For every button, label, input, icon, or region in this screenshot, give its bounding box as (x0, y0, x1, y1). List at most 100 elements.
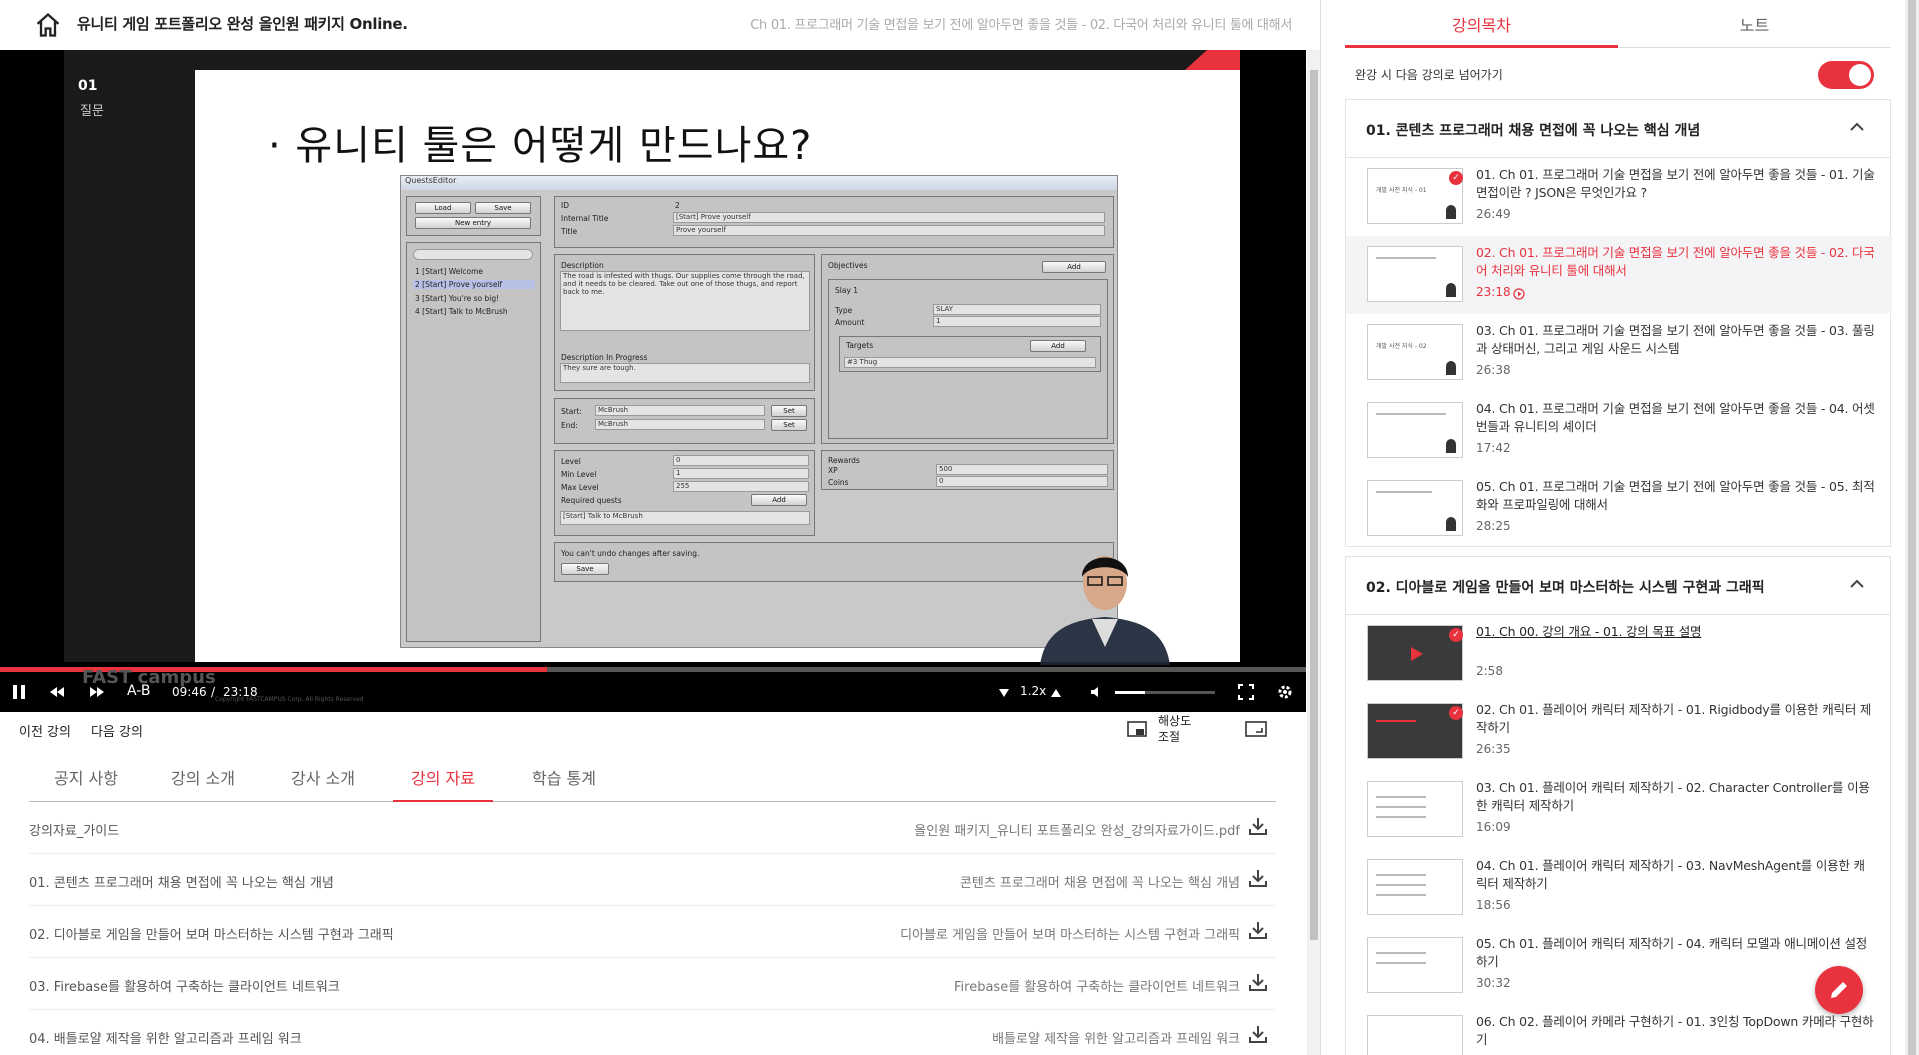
lecture-duration: 17:42 (1476, 441, 1511, 455)
fast-forward-icon[interactable] (88, 683, 106, 701)
tab-notes[interactable]: 노트 (1618, 12, 1891, 48)
chevron-up-icon[interactable] (1850, 122, 1864, 132)
editor-label: Title (561, 227, 578, 236)
download-icon[interactable] (1248, 972, 1268, 992)
section-header[interactable]: 02. 디아블로 게임을 만들어 보며 마스터하는 시스템 구현과 그래픽 (1346, 557, 1890, 615)
tab-instructor[interactable]: 강사 소개 (273, 765, 373, 802)
lecture-item[interactable]: 04. Ch 01. 플레이어 캐릭터 제작하기 - 03. NavMeshAg… (1346, 849, 1892, 927)
speed-down-icon[interactable] (998, 683, 1010, 701)
resolution-button[interactable]: 해상도 조절 (1158, 713, 1191, 745)
material-row[interactable]: 04. 배틀로얄 제작을 위한 알고리즘과 프레임 워크 배틀로얄 제작을 위한… (29, 1010, 1276, 1055)
material-row[interactable]: 01. 콘텐츠 프로그래머 채용 면접에 꼭 나오는 핵심 개념 콘텐츠 프로그… (29, 854, 1276, 906)
editor-new-entry-button: New entry (415, 217, 531, 229)
pause-icon[interactable] (10, 683, 28, 701)
playback-speed: 1.2x (1020, 684, 1047, 698)
lecture-thumbnail (1367, 1015, 1463, 1055)
content-tabs: 공지 사항 강의 소개 강사 소개 강의 자료 학습 통계 (29, 755, 1276, 802)
ab-repeat-button[interactable]: A-B (127, 683, 150, 699)
rewind-icon[interactable] (48, 683, 66, 701)
settings-gear-icon[interactable] (1276, 683, 1294, 701)
thumb-text: 개발 사전 지식 - 02 (1376, 343, 1427, 350)
lecture-thumbnail (1367, 246, 1463, 302)
time-separator: / (211, 685, 216, 699)
tab-course-intro[interactable]: 강의 소개 (153, 765, 253, 802)
material-file[interactable]: 배틀로얄 제작을 위한 알고리즘과 프레임 워크 (992, 1028, 1240, 1047)
tab-table-of-contents[interactable]: 강의목차 (1345, 12, 1618, 48)
material-row[interactable]: 02. 디아블로 게임을 만들어 보며 마스터하는 시스템 구현과 그래픽 디아… (29, 906, 1276, 958)
lecture-item[interactable]: 개발 사전 지식 - 01 ✓ 01. Ch 01. 프로그래머 기술 면접을 … (1346, 158, 1892, 236)
video-player[interactable]: 01 질문 · 유니티 툴은 어떻게 만드나요? QuestsEditor Lo… (0, 50, 1306, 712)
fullscreen-icon[interactable] (1237, 683, 1255, 701)
lecture-duration: 26:38 (1476, 363, 1511, 377)
lecture-title: 01. Ch 00. 강의 개요 - 01. 강의 목표 설명 (1476, 624, 1702, 639)
editor-label: Amount (835, 318, 865, 327)
material-name: 강의자료_가이드 (29, 824, 120, 839)
slide-heading: · 유니티 툴은 어떻게 만드나요? (268, 123, 813, 169)
editor-add-button: Add (751, 494, 807, 506)
pencil-icon (1831, 982, 1847, 998)
editor-load-button: Load (415, 202, 471, 214)
lecture-item[interactable]: 개발 사전 지식 - 02 03. Ch 01. 프로그래머 기술 면접을 보기… (1346, 314, 1892, 392)
section-header[interactable]: 01. 콘텐츠 프로그래머 채용 면접에 꼭 나오는 핵심 개념 (1346, 100, 1890, 158)
autoplay-toggle[interactable] (1818, 61, 1874, 89)
download-icon[interactable] (1248, 868, 1268, 888)
editor-rewards-box: Rewards XP 500 Coins 0 (821, 450, 1114, 490)
editor-field: 0 (936, 476, 1108, 487)
lecture-duration: 2:58 (1476, 664, 1503, 678)
lecture-title: 01. Ch 01. 프로그래머 기술 면접을 보기 전에 알아두면 좋을 것들… (1476, 167, 1875, 200)
editor-field: They sure are tough. (560, 363, 810, 383)
material-file[interactable]: 디아블로 게임을 만들어 보며 마스터하는 시스템 구현과 그래픽 (900, 924, 1240, 943)
material-row[interactable]: 03. Firebase를 활용하여 구축하는 클라이언트 네트워크 Fireb… (29, 958, 1276, 1010)
editor-save-bottom: Save (561, 563, 609, 575)
thumb-text: 개발 사전 지식 - 01 (1376, 187, 1427, 194)
main-scrollbar-thumb[interactable] (1310, 70, 1318, 940)
material-name: 03. Firebase를 활용하여 구축하는 클라이언트 네트워크 (29, 980, 340, 995)
sidebar-scrollbar-thumb[interactable] (1908, 0, 1916, 1055)
chevron-up-icon[interactable] (1850, 579, 1864, 589)
lecture-item[interactable]: 03. Ch 01. 플레이어 캐릭터 제작하기 - 02. Character… (1346, 771, 1892, 849)
material-file[interactable]: 올인원 패키지_유니티 포트폴리오 완성_강의자료가이드.pdf (914, 820, 1240, 839)
editor-field: The road is infested with thugs. Our sup… (560, 271, 810, 331)
lecture-duration: 16:09 (1476, 820, 1511, 834)
wide-mode-icon[interactable] (1245, 720, 1267, 738)
material-file[interactable]: Firebase를 활용하여 구축하는 클라이언트 네트워크 (954, 976, 1240, 995)
editor-field: McBrush (595, 419, 765, 430)
editor-field: #3 Thug (844, 357, 1096, 368)
lecture-item[interactable]: 05. Ch 01. 플레이어 캐릭터 제작하기 - 04. 캐릭터 모델과 애… (1346, 927, 1892, 1005)
material-row[interactable]: 강의자료_가이드 올인원 패키지_유니티 포트폴리오 완성_강의자료가이드.pd… (29, 802, 1276, 854)
lecture-title: 05. Ch 01. 프로그래머 기술 면접을 보기 전에 알아두면 좋을 것들… (1476, 479, 1875, 512)
volume-icon[interactable] (1088, 683, 1106, 701)
download-icon[interactable] (1248, 1024, 1268, 1044)
editor-add-button: Add (1030, 340, 1086, 352)
editor-label: Description In Progress (561, 353, 648, 362)
home-icon[interactable] (34, 11, 62, 39)
next-lecture-button[interactable]: 다음 강의 (91, 721, 143, 740)
download-icon[interactable] (1248, 920, 1268, 940)
picture-in-picture-icon[interactable] (1127, 720, 1147, 738)
editor-start-end-box: Start: McBrush Set End: McBrush Set (554, 398, 815, 444)
tab-notice[interactable]: 공지 사항 (36, 765, 136, 802)
editor-label: ID (561, 201, 569, 210)
lecture-item[interactable]: ✓ 01. Ch 00. 강의 개요 - 01. 강의 목표 설명 2:58 (1346, 615, 1892, 693)
lecture-item[interactable]: 04. Ch 01. 프로그래머 기술 면접을 보기 전에 알아두면 좋을 것들… (1346, 392, 1892, 470)
completed-check-icon: ✓ (1449, 706, 1463, 720)
speed-up-icon[interactable] (1050, 683, 1062, 701)
download-icon[interactable] (1248, 816, 1268, 836)
note-fab-button[interactable] (1815, 966, 1863, 1014)
editor-label: Required quests (561, 496, 622, 505)
prev-lecture-button[interactable]: 이전 강의 (19, 721, 71, 740)
material-name: 04. 배틀로얄 제작을 위한 알고리즘과 프레임 워크 (29, 1032, 302, 1047)
lecture-item[interactable]: ✓ 02. Ch 01. 플레이어 캐릭터 제작하기 - 01. Rigidbo… (1346, 693, 1892, 771)
lecture-item[interactable]: 05. Ch 01. 프로그래머 기술 면접을 보기 전에 알아두면 좋을 것들… (1346, 470, 1892, 548)
editor-slay-box: Slay 1 Type SLAY Amount 1 Targets Add #3… (828, 279, 1108, 439)
sidebar-tabs: 강의목차 노트 (1345, 0, 1891, 48)
tab-stats[interactable]: 학습 통계 (514, 765, 614, 802)
lecture-item[interactable]: 06. Ch 02. 플레이어 카메라 구현하기 - 01. 3인칭 TopDo… (1346, 1005, 1892, 1055)
playing-icon (1513, 288, 1525, 300)
editor-list-item: 3 [Start] You're so big! (415, 294, 500, 303)
lecture-item-current[interactable]: 02. Ch 01. 프로그래머 기술 면접을 보기 전에 알아두면 좋을 것들… (1346, 236, 1892, 314)
lecture-title: 02. Ch 01. 프로그래머 기술 면접을 보기 전에 알아두면 좋을 것들… (1476, 245, 1875, 278)
editor-label: Rewards (828, 456, 860, 465)
material-file[interactable]: 콘텐츠 프로그래머 채용 면접에 꼭 나오는 핵심 개념 (960, 872, 1240, 891)
tab-materials[interactable]: 강의 자료 (393, 765, 493, 802)
